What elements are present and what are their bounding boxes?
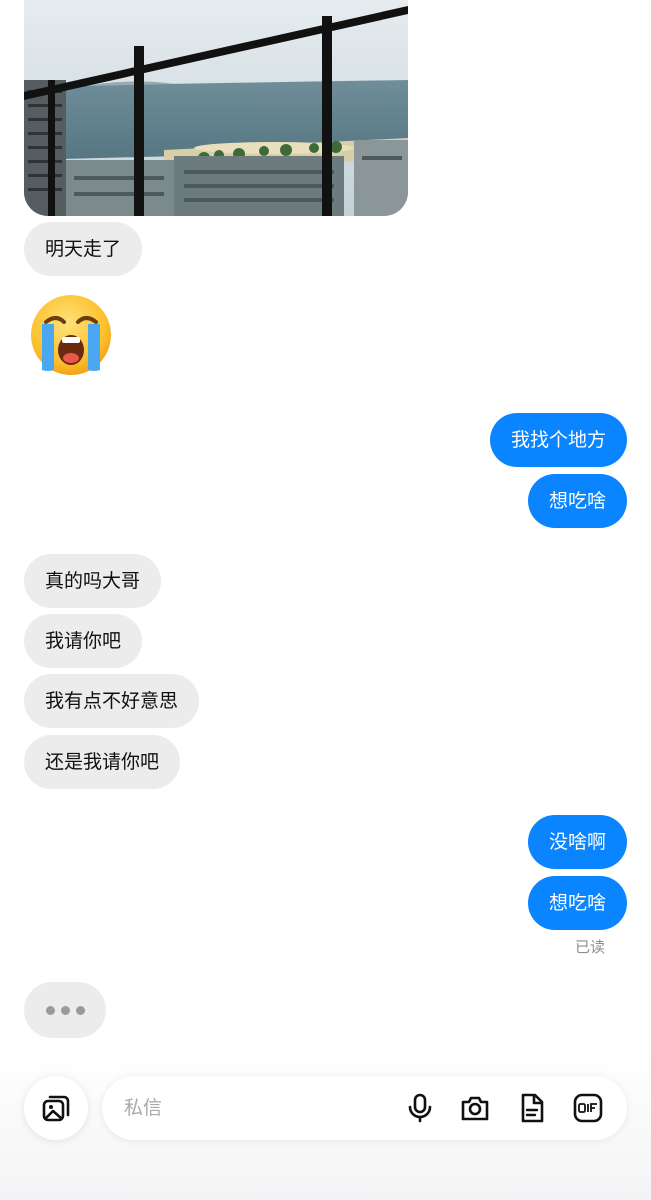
camera-button[interactable] bbox=[459, 1092, 491, 1124]
message-incoming[interactable]: 我有点不好意思 bbox=[24, 674, 200, 728]
message-incoming[interactable]: 明天走了 bbox=[24, 222, 143, 276]
typing-dot bbox=[75, 1005, 85, 1015]
message-incoming[interactable]: 还是我请你吧 bbox=[24, 735, 181, 789]
document-icon bbox=[521, 1093, 544, 1123]
voice-message-button[interactable] bbox=[404, 1092, 436, 1124]
message-outgoing[interactable]: 想吃啥 bbox=[527, 474, 627, 528]
gif-button[interactable] bbox=[572, 1092, 604, 1124]
message-outgoing[interactable]: 想吃啥 bbox=[527, 876, 627, 930]
message-incoming[interactable]: 真的吗大哥 bbox=[24, 554, 162, 608]
shared-photo-image bbox=[24, 0, 408, 216]
message-input[interactable] bbox=[124, 1090, 384, 1126]
typing-dot bbox=[60, 1005, 70, 1015]
microphone-icon bbox=[408, 1093, 432, 1123]
message-outgoing[interactable]: 没啥啊 bbox=[527, 815, 627, 869]
message-outgoing[interactable]: 我找个地方 bbox=[489, 413, 627, 467]
attach-file-button[interactable] bbox=[516, 1092, 548, 1124]
message-composer bbox=[102, 1076, 627, 1140]
shared-photo[interactable] bbox=[24, 0, 408, 216]
gif-icon bbox=[573, 1093, 603, 1123]
gallery-button[interactable] bbox=[24, 1076, 88, 1140]
typing-indicator bbox=[24, 982, 106, 1038]
read-receipt: 已读 bbox=[574, 938, 605, 956]
typing-dot bbox=[45, 1005, 55, 1015]
loudly-crying-face-emoji[interactable] bbox=[28, 292, 114, 378]
message-incoming[interactable]: 我请你吧 bbox=[24, 614, 143, 668]
gallery-icon bbox=[42, 1095, 70, 1122]
camera-icon bbox=[461, 1096, 489, 1121]
